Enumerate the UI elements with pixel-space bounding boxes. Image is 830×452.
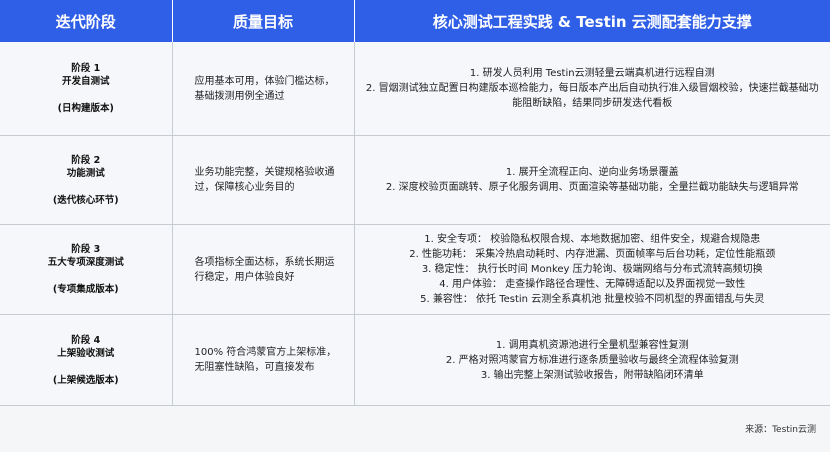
practice-item: 2. 冒烟测试独立配置日构建版本巡检能力，每日版本产出后自动执行准入级冒烟校验，… [365, 83, 819, 109]
practice-cell: 1. 安全专项： 校验隐私权限合规、本地数据加密、组件安全，规避合规隐患 2. … [354, 224, 830, 315]
practice-item: 1. 研发人员利用 Testin云测轻量云端真机进行远程自测 [469, 68, 715, 79]
table-row: 阶段 1 开发自测试 (日构建版本) 应用基本可用，体验门槛达标，基础拨测用例全… [0, 42, 830, 136]
practice-item: 2. 深度校验页面跳转、原子化服务调用、页面渲染等基础功能，全量拦截功能缺失与逻… [385, 182, 799, 193]
table-row: 阶段 3 五大专项深度测试 (专项集成版本) 各项指标全面达标，系统长期运行稳定… [0, 224, 830, 315]
stage-number: 阶段 2 [71, 154, 101, 166]
practice-item: 1. 安全专项： 校验隐私权限合规、本地数据加密、组件安全，规避合规隐患 [424, 234, 761, 245]
stage-name: 上架验收测试 [57, 347, 115, 359]
practice-item: 4. 用户体验： 走查操作路径合理性、无障碍适配以及界面视觉一致性 [439, 279, 746, 290]
stage-cell: 阶段 4 上架验收测试 (上架候选版本) [0, 314, 173, 406]
stage-cell: 阶段 1 开发自测试 (日构建版本) [0, 42, 173, 136]
goal-cell: 100% 符合鸿蒙官方上架标准，无阻塞性缺陷，可直接发布 [172, 314, 355, 406]
goal-text: 业务功能完整，关键规格验收通过，保障核心业务目的 [194, 167, 335, 193]
goal-cell: 各项指标全面达标，系统长期运行稳定，用户体验良好 [172, 224, 355, 315]
table-header-row: 迭代阶段 质量目标 核心测试工程实践 & Testin 云测配套能力支撑 [0, 0, 830, 42]
header-practice: 核心测试工程实践 & Testin 云测配套能力支撑 [354, 0, 830, 42]
stage-sub: (上架候选版本) [52, 374, 119, 386]
practice-item: 1. 调用真机资源池进行全量机型兼容性复测 [495, 339, 689, 351]
stage-number: 阶段 3 [71, 244, 101, 255]
practice-cell: 1. 展开全流程正向、逆向业务场景覆盖 2. 深度校验页面跳转、原子化服务调用、… [354, 135, 830, 225]
practice-item: 3. 输出完整上架测试验收报告，附带缺陷闭环清单 [480, 369, 704, 381]
stage-name: 开发自测试 [61, 76, 110, 87]
stage-sub: (迭代核心环节) [52, 194, 119, 206]
header-goal: 质量目标 [172, 0, 355, 42]
stage-name: 功能测试 [66, 167, 105, 179]
practice-item: 3. 稳定性： 执行长时间 Monkey 压力轮询、极端网络与分布式流转高频切换 [421, 264, 763, 275]
practice-item: 2. 性能功耗： 采集冷热启动耗时、内存泄漏、页面帧率与后台功耗，定位性能瓶颈 [409, 249, 776, 260]
practice-item: 1. 展开全流程正向、逆向业务场景覆盖 [505, 167, 679, 178]
goal-text: 各项指标全面达标，系统长期运行稳定，用户体验良好 [194, 256, 335, 283]
source-caption: 来源：Testin云测 [745, 425, 816, 435]
stage-number: 阶段 1 [71, 63, 101, 74]
goal-text: 应用基本可用，体验门槛达标，基础拨测用例全通过 [194, 75, 335, 102]
stage-sub: (专项集成版本) [52, 284, 119, 295]
page: Testin云测 Testin云测 Testin云测 Testin云测 Test… [0, 0, 830, 452]
header-stage: 迭代阶段 [0, 0, 173, 42]
stage-name: 五大专项深度测试 [47, 257, 124, 268]
stage-sub: (日构建版本) [57, 103, 114, 114]
iteration-table: 迭代阶段 质量目标 核心测试工程实践 & Testin 云测配套能力支撑 阶段 … [0, 0, 830, 406]
practice-item: 5. 兼容性： 依托 Testin 云测全系真机池 批量校验不同机型的界面错乱与… [420, 294, 765, 305]
goal-text: 100% 符合鸿蒙官方上架标准，无阻塞性缺陷，可直接发布 [194, 347, 337, 373]
table-row: 阶段 4 上架验收测试 (上架候选版本) 100% 符合鸿蒙官方上架标准，无阻塞… [0, 314, 830, 406]
practice-cell: 1. 调用真机资源池进行全量机型兼容性复测 2. 严格对照鸿蒙官方标准进行逐条质… [354, 314, 830, 406]
practice-cell: 1. 研发人员利用 Testin云测轻量云端真机进行远程自测 2. 冒烟测试独立… [354, 42, 830, 136]
stage-cell: 阶段 3 五大专项深度测试 (专项集成版本) [0, 224, 173, 315]
practice-item: 2. 严格对照鸿蒙官方标准进行逐条质量验收与最终全流程体验复测 [445, 354, 739, 366]
goal-cell: 业务功能完整，关键规格验收通过，保障核心业务目的 [172, 135, 355, 225]
table-row: 阶段 2 功能测试 (迭代核心环节) 业务功能完整，关键规格验收通过，保障核心业… [0, 135, 830, 225]
stage-cell: 阶段 2 功能测试 (迭代核心环节) [0, 135, 173, 225]
goal-cell: 应用基本可用，体验门槛达标，基础拨测用例全通过 [172, 42, 355, 136]
stage-number: 阶段 4 [71, 334, 101, 346]
